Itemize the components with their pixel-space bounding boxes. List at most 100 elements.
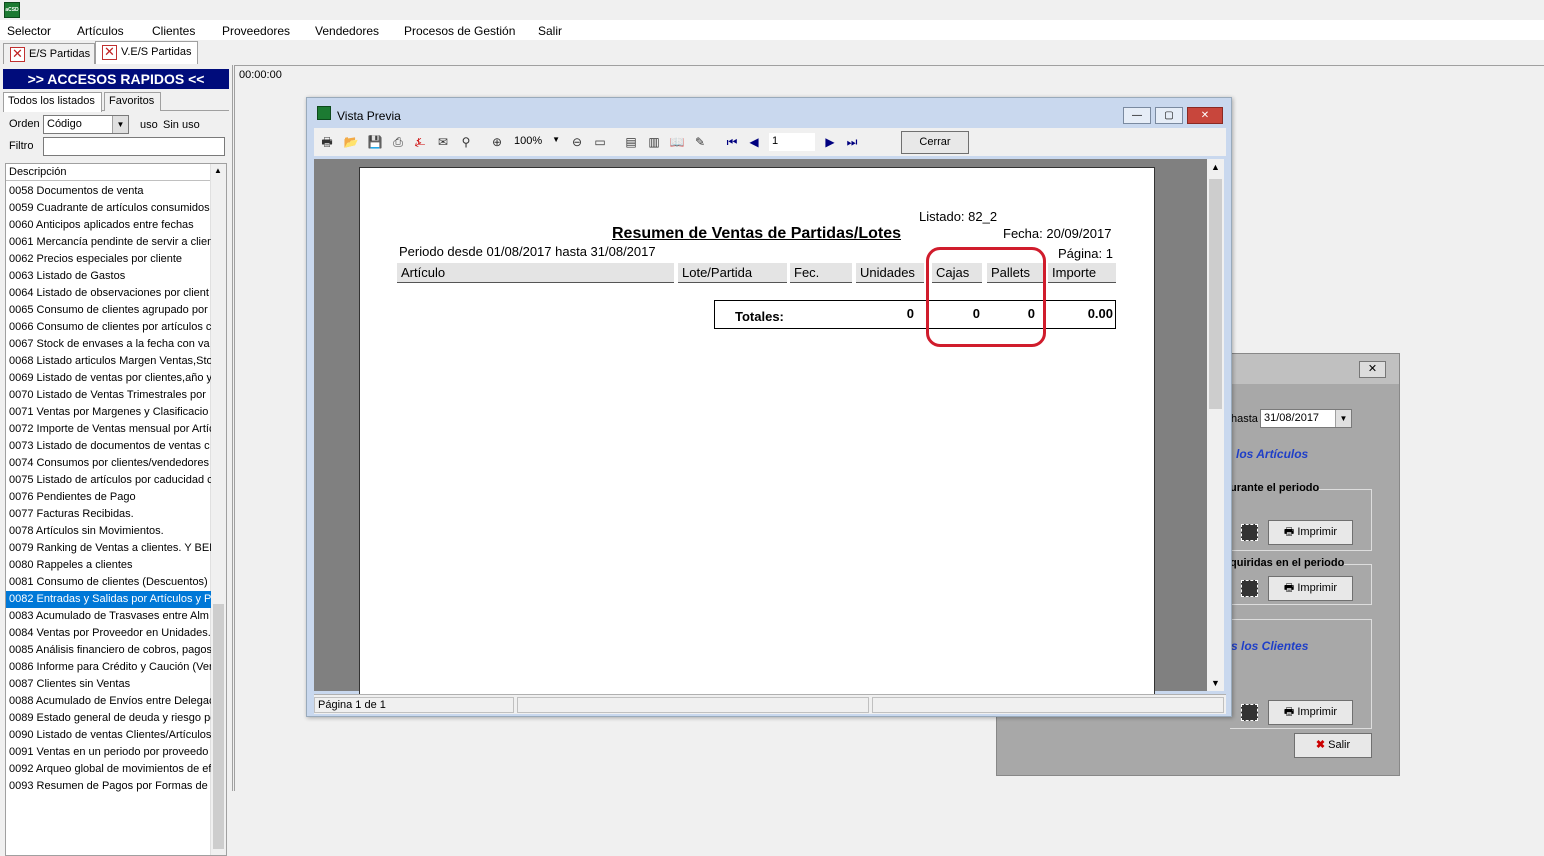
list-item[interactable]: 0074 Consumos por clientes/vendedores <box>6 455 211 472</box>
close-icon[interactable]: ✕ <box>10 47 25 62</box>
maximize-button[interactable]: ▢ <box>1155 107 1183 124</box>
list-item[interactable]: 0084 Ventas por Proveedor en Unidades. <box>6 625 211 642</box>
filtro-label: Filtro <box>9 140 34 152</box>
list-item[interactable]: 0066 Consumo de clientes por artículos c <box>6 319 211 336</box>
open-folder-icon[interactable]: 📂 <box>343 134 359 150</box>
prev-page-icon[interactable]: ◀ <box>746 134 762 150</box>
list-item[interactable]: 0087 Clientes sin Ventas <box>6 676 211 693</box>
exit-icon: ✖ <box>1315 739 1329 751</box>
list-item[interactable]: 0065 Consumo de clientes agrupado por a <box>6 302 211 319</box>
salir-button[interactable]: ✖ Salir <box>1294 733 1372 758</box>
scroll-thumb[interactable] <box>213 604 224 849</box>
list-item[interactable]: 0075 Listado de artículos por caducidad … <box>6 472 211 489</box>
list-item[interactable]: 0063 Listado de Gastos <box>6 268 211 285</box>
report-list[interactable]: Descripción ▲ 0058 Documentos de venta 00… <box>5 163 227 856</box>
imprimir-button-3[interactable]: 🖶 Imprimir <box>1268 700 1353 725</box>
zoom-out-icon[interactable]: ⊖ <box>569 134 585 150</box>
list-item[interactable]: 0061 Mercancía pendinte de servir a clie… <box>6 234 211 251</box>
list-item[interactable]: 0081 Consumo de clientes (Descuentos) <box>6 574 211 591</box>
list-item[interactable]: 0073 Listado de documentos de ventas c <box>6 438 211 455</box>
list-item[interactable]: 0059 Cuadrante de artículos consumidos <box>6 200 211 217</box>
list-item[interactable]: 0068 Listado articulos Margen Ventas,Sto <box>6 353 211 370</box>
last-page-icon[interactable]: ⏭ <box>844 134 860 150</box>
imprimir-button-1[interactable]: 🖶 Imprimir <box>1268 520 1353 545</box>
list-item[interactable]: 0070 Listado de Ventas Trimestrales por <box>6 387 211 404</box>
scroll-up-icon[interactable]: ▲ <box>214 166 222 175</box>
list-item[interactable]: 0071 Ventas por Margenes y Clasificacio <box>6 404 211 421</box>
list-item[interactable]: 0083 Acumulado de Trasvases entre Alm <box>6 608 211 625</box>
list-item[interactable]: 0058 Documentos de venta <box>6 183 211 200</box>
filtro-input[interactable] <box>43 137 225 156</box>
print-icon[interactable]: 🖶 <box>319 134 335 150</box>
hasta-date[interactable]: 31/08/2017 ▼ <box>1260 409 1352 428</box>
single-page-icon[interactable]: ▤ <box>623 134 639 150</box>
clientes-link[interactable]: s los Clientes <box>1231 639 1308 653</box>
close-icon[interactable]: ✕ <box>102 45 117 60</box>
articulos-link[interactable]: los Artículos <box>1236 447 1308 461</box>
list-item[interactable]: 0077 Facturas Recibidas. <box>6 506 211 523</box>
list-header-descripcion[interactable]: Descripción <box>6 164 213 181</box>
list-item[interactable]: 0092 Arqueo global de movimientos de ef <box>6 761 211 778</box>
list-item[interactable]: 0064 Listado de observaciones por client <box>6 285 211 302</box>
list-item[interactable]: 0067 Stock de envases a la fecha con va <box>6 336 211 353</box>
export-icon[interactable]: ⎙ <box>390 134 406 150</box>
scroll-up-icon[interactable]: ▲ <box>1211 162 1220 172</box>
list-item[interactable]: 0072 Importe de Ventas mensual por Artíc <box>6 421 211 438</box>
email-icon[interactable]: ✉ <box>435 134 451 150</box>
zoom-in-icon[interactable]: ⊕ <box>489 134 505 150</box>
imprimir-button-2[interactable]: 🖶 Imprimir <box>1268 576 1353 601</box>
page-input[interactable]: 1 <box>769 133 815 151</box>
fit-page-icon[interactable]: ▭ <box>592 134 608 150</box>
list-item[interactable]: 0088 Acumulado de Envíos entre Delegac <box>6 693 211 710</box>
orden-select[interactable]: Código ▼ <box>43 115 129 134</box>
list-item[interactable]: 0091 Ventas en un periodo por proveedo <box>6 744 211 761</box>
list-item[interactable]: 0079 Ranking de Ventas a clientes. Y BEN <box>6 540 211 557</box>
list-item[interactable]: 0080 Rappeles a clientes <box>6 557 211 574</box>
menu-proveedores[interactable]: Proveedores <box>222 24 290 38</box>
report-title: Resumen de Ventas de Partidas/Lotes <box>612 225 901 242</box>
scroll-down-icon[interactable]: ▼ <box>1211 678 1220 688</box>
chevron-down-icon[interactable]: ▼ <box>552 135 560 144</box>
tab-ves-partidas[interactable]: ✕ V.E/S Partidas <box>95 41 198 64</box>
menu-procesos[interactable]: Procesos de Gestión <box>404 24 515 38</box>
scroll-thumb[interactable] <box>1209 179 1222 409</box>
list-item[interactable]: 0093 Resumen de Pagos por Formas de F <box>6 778 211 795</box>
preview-scrollbar[interactable]: ▲ ▼ <box>1207 159 1224 691</box>
list-item[interactable]: 0078 Artículos sin Movimientos. <box>6 523 211 540</box>
list-item[interactable]: 0090 Listado de ventas Clientes/Artículo… <box>6 727 211 744</box>
list-scrollbar[interactable]: ▲ <box>210 164 226 855</box>
pdf-icon[interactable]: ⍼ <box>412 134 428 150</box>
menu-salir[interactable]: Salir <box>538 24 562 38</box>
save-icon[interactable]: 💾 <box>367 134 383 150</box>
list-item[interactable]: 0082 Entradas y Salidas por Artículos y … <box>6 591 211 608</box>
menu-clientes[interactable]: Clientes <box>152 24 195 38</box>
zoom-select[interactable]: 100% ▼ <box>510 133 562 151</box>
menu-bar: Selector Artículos Clientes Proveedores … <box>0 20 1544 40</box>
list-item[interactable]: 0076 Pendientes de Pago <box>6 489 211 506</box>
list-item[interactable]: 0062 Precios especiales por cliente <box>6 251 211 268</box>
edit-icon[interactable]: ✎ <box>692 134 708 150</box>
menu-vendedores[interactable]: Vendedores <box>315 24 379 38</box>
find-icon[interactable]: ⚲ <box>458 134 474 150</box>
first-page-icon[interactable]: ⏮ <box>724 134 740 150</box>
chevron-down-icon[interactable]: ▼ <box>112 116 128 133</box>
dialog-close-button[interactable]: ✕ <box>1359 361 1386 378</box>
multi-page-icon[interactable]: ▥ <box>646 134 662 150</box>
cerrar-button[interactable]: Cerrar <box>901 131 969 154</box>
list-item[interactable]: 0060 Anticipos aplicados entre fechas <box>6 217 211 234</box>
group-adquiridas-title: quiridas en el periodo <box>1230 557 1345 569</box>
list-item[interactable]: 0069 Listado de ventas por clientes,año … <box>6 370 211 387</box>
chevron-down-icon[interactable]: ▼ <box>1335 410 1351 427</box>
list-item[interactable]: 0086 Informe para Crédito y Caución (Ver <box>6 659 211 676</box>
tab-favoritos[interactable]: Favoritos <box>104 92 161 111</box>
list-item[interactable]: 0085 Análisis financiero de cobros, pago… <box>6 642 211 659</box>
book-icon[interactable]: 📖 <box>669 134 685 150</box>
menu-selector[interactable]: Selector <box>7 24 51 38</box>
menu-articulos[interactable]: Artículos <box>77 24 124 38</box>
tab-es-partidas[interactable]: ✕ E/S Partidas <box>3 43 95 64</box>
minimize-button[interactable]: — <box>1123 107 1151 124</box>
list-item[interactable]: 0089 Estado general de deuda y riesgo pe <box>6 710 211 727</box>
next-page-icon[interactable]: ▶ <box>822 134 838 150</box>
tab-todos[interactable]: Todos los listados <box>3 92 102 112</box>
close-button[interactable]: ✕ <box>1187 107 1223 124</box>
